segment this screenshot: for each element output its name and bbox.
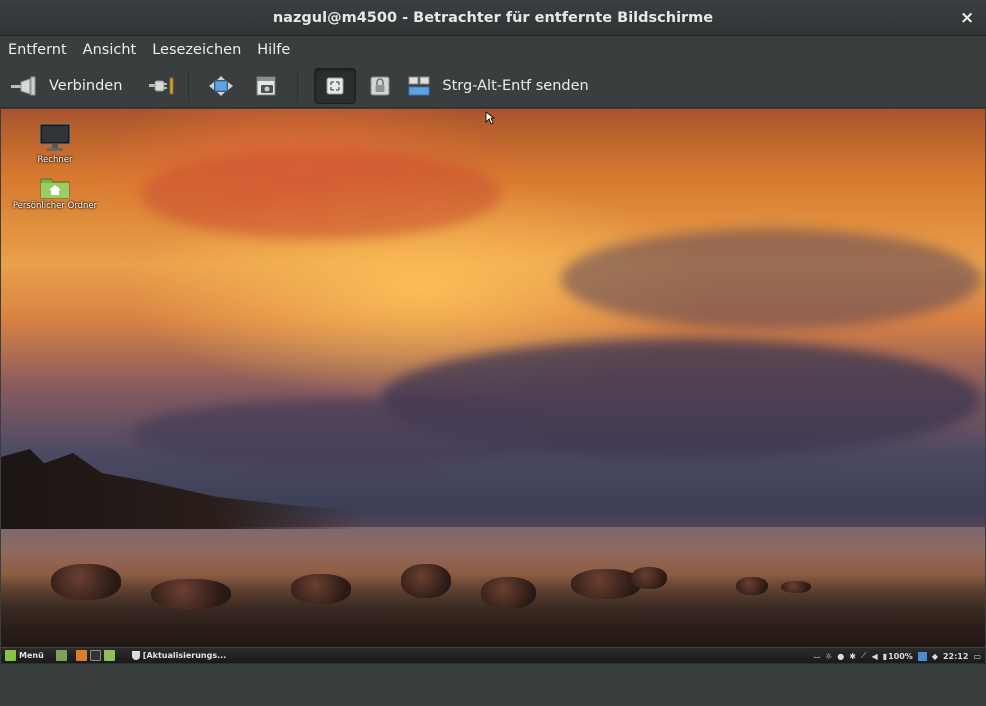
toolbar-separator	[297, 69, 299, 102]
close-icon[interactable]: ×	[960, 9, 974, 27]
scale-arrows-icon	[209, 75, 234, 96]
desktop-icon-computer[interactable]: Rechner	[10, 123, 100, 165]
scale-button[interactable]	[205, 68, 237, 104]
send-ctrl-alt-del-label: Strg-Alt-Entf senden	[442, 77, 589, 94]
wallpaper-rock	[51, 564, 121, 600]
volume-icon[interactable]: ◀	[872, 652, 878, 661]
window-titlebar: nazgul@m4500 - Betrachter für entfernte …	[0, 0, 986, 36]
battery-percentage: 100%	[888, 651, 913, 661]
disconnect-button[interactable]	[144, 68, 180, 104]
workspace-icon[interactable]: ▭	[973, 652, 981, 661]
wallpaper-rock	[291, 574, 351, 604]
remote-desktop-view[interactable]: Rechner Persönlicher Ordner Menü [Aktual…	[1, 109, 985, 663]
update-manager-icon[interactable]	[917, 651, 927, 661]
show-desktop-icon[interactable]	[55, 650, 67, 661]
keyboard-layout-icon[interactable]: ⌴	[814, 651, 820, 661]
remote-task-button[interactable]: [Aktualisierungs...	[131, 651, 227, 660]
desktop-icon-label: Rechner	[37, 155, 73, 165]
keyboard-send-icon	[408, 75, 430, 97]
terminal-icon[interactable]	[89, 650, 101, 661]
system-tray: ⌴ ☼ ● ✱ ⟋ ◀ ▮ 100% ◆ 22:12 ▭	[809, 649, 981, 663]
keyboard-grab-toggle[interactable]	[314, 67, 357, 104]
remote-task-label: [Aktualisierungs...	[142, 651, 227, 660]
desktop-icon-label: Persönlicher Ordner	[12, 201, 98, 211]
mouse-pointer-icon	[485, 110, 496, 125]
send-ctrl-alt-del-button[interactable]: Strg-Alt-Entf senden	[404, 68, 596, 104]
network-icon[interactable]: ⟋	[861, 651, 867, 661]
remote-menu-button[interactable]: Menü	[5, 650, 44, 661]
lock-icon	[370, 76, 390, 96]
window-title: nazgul@m4500 - Betrachter für entfernte …	[272, 9, 714, 26]
desktop-icon-home-folder[interactable]: Persönlicher Ordner	[10, 175, 100, 211]
wallpaper-rock	[481, 577, 536, 609]
wallpaper-cloud	[561, 229, 981, 329]
wallpaper-rock	[631, 567, 667, 589]
user-icon[interactable]: ●	[837, 652, 844, 661]
files-icon[interactable]	[103, 650, 115, 661]
keyboard-grab-icon	[325, 76, 345, 96]
firefox-icon[interactable]	[75, 650, 87, 661]
wallpaper-cloud	[141, 149, 501, 239]
screenshot-button[interactable]	[251, 68, 281, 104]
remote-menu-label: Menü	[19, 651, 44, 660]
wallpaper-rock	[781, 581, 811, 593]
battery-icon[interactable]: ▮	[883, 652, 887, 661]
menu-hilfe[interactable]: Hilfe	[257, 42, 290, 58]
toolbar-separator	[188, 69, 190, 102]
remote-taskbar: Menü [Aktualisierungs... ⌴ ☼ ● ✱ ⟋ ◀ ▮ 1…	[1, 647, 985, 663]
wallpaper-rock	[401, 564, 451, 598]
menu-entfernt[interactable]: Entfernt	[8, 42, 67, 58]
brightness-icon[interactable]: ☼	[825, 652, 832, 661]
clock[interactable]: 22:12	[943, 652, 968, 661]
wallpaper-rock	[736, 577, 768, 595]
wallpaper-rock	[151, 579, 231, 609]
connect-label: Verbinden	[49, 77, 123, 94]
menu-lesezeichen[interactable]: Lesezeichen	[152, 42, 241, 58]
connect-button[interactable]: Verbinden	[10, 68, 130, 104]
menubar: Entfernt Ansicht Lesezeichen Hilfe	[0, 36, 986, 64]
home-folder-icon	[40, 175, 70, 199]
menu-ansicht[interactable]: Ansicht	[83, 42, 137, 58]
screenshot-icon	[255, 75, 277, 97]
shield-icon	[131, 651, 140, 660]
shield-tray-icon[interactable]: ◆	[932, 652, 938, 661]
wallpaper-cloud	[131, 399, 551, 469]
computer-monitor-icon	[39, 123, 71, 153]
bluetooth-icon[interactable]: ✱	[849, 652, 856, 661]
disconnect-plug-icon	[148, 76, 176, 96]
connect-plug-icon	[10, 76, 40, 96]
mint-logo-icon	[5, 650, 16, 661]
statusbar	[0, 663, 986, 706]
view-only-toggle[interactable]	[366, 68, 394, 104]
toolbar: Verbinden Strg-Alt-Entf senden	[0, 64, 986, 108]
